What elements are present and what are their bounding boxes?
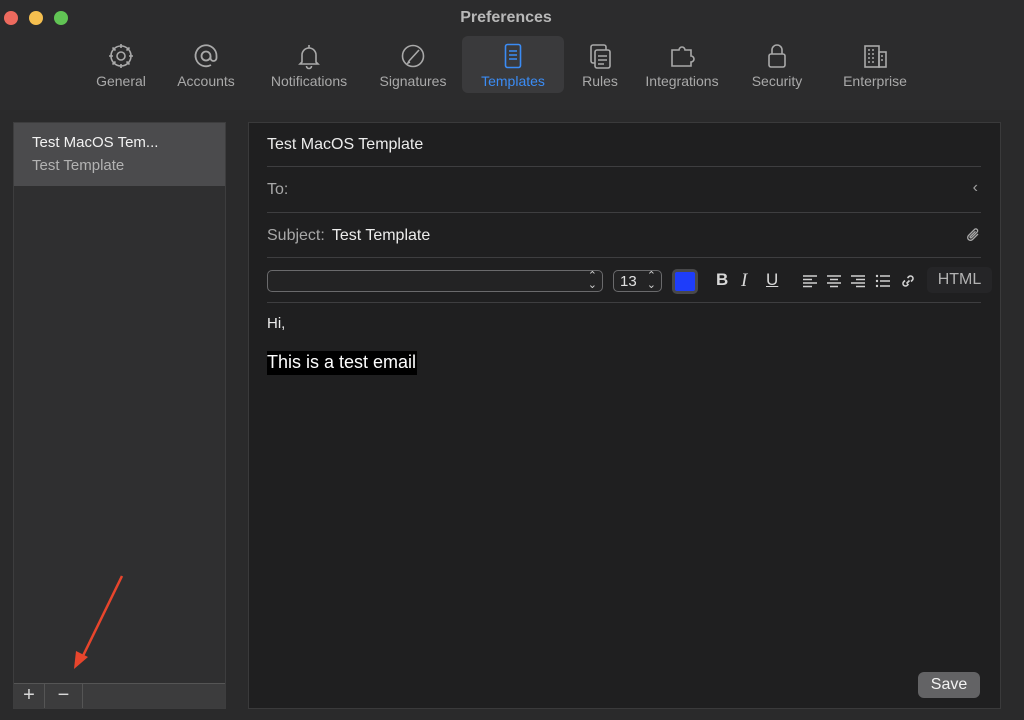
font-family-select[interactable]: ⌃ ⌄ xyxy=(267,270,603,292)
bell-icon xyxy=(298,45,320,70)
window-title: Preferences xyxy=(460,9,552,26)
bullet-list-icon[interactable] xyxy=(875,274,891,288)
tab-templates-label: Templates xyxy=(481,73,545,89)
tab-notifications-label: Notifications xyxy=(270,73,348,89)
font-size-value: 13 xyxy=(620,273,637,290)
align-right-icon[interactable] xyxy=(850,274,866,288)
tab-notifications[interactable]: Notifications xyxy=(254,36,364,93)
tab-security[interactable]: Security xyxy=(728,36,826,93)
preferences-window: Preferences General Accounts Notificatio… xyxy=(0,0,1024,720)
chevron-left-icon[interactable]: ‹ xyxy=(973,179,978,197)
add-template-button[interactable]: + xyxy=(14,684,45,708)
remove-template-button[interactable]: − xyxy=(45,684,83,708)
font-size-select[interactable]: 13 ⌃ ⌄ xyxy=(613,270,662,292)
text-color-swatch xyxy=(675,272,695,291)
italic-button[interactable]: I xyxy=(741,270,747,292)
save-button[interactable]: Save xyxy=(918,672,980,698)
rules-icon xyxy=(590,44,611,69)
html-mode-button[interactable]: HTML xyxy=(927,267,992,293)
tab-rules-label: Rules xyxy=(582,73,618,89)
at-icon xyxy=(194,44,218,68)
tab-accounts[interactable]: Accounts xyxy=(158,36,254,93)
tab-signatures-label: Signatures xyxy=(379,73,447,89)
signature-icon xyxy=(401,44,425,68)
tab-general[interactable]: General xyxy=(84,36,158,93)
annotation-arrow xyxy=(74,575,124,669)
to-label: To: xyxy=(267,181,289,198)
underline-button[interactable]: U xyxy=(766,270,778,292)
building-icon xyxy=(864,45,887,68)
link-icon[interactable] xyxy=(900,274,916,288)
tab-integrations[interactable]: Integrations xyxy=(636,36,728,93)
template-name-field[interactable]: Test MacOS Template xyxy=(267,123,981,167)
stepper-arrows-icon: ⌃ ⌄ xyxy=(587,270,597,291)
bold-button[interactable]: B xyxy=(716,270,728,292)
tab-enterprise[interactable]: Enterprise xyxy=(826,36,924,93)
template-list-item-subtitle: Test Template xyxy=(32,157,125,174)
template-list-item-title: Test MacOS Tem... xyxy=(32,134,159,151)
tab-accounts-label: Accounts xyxy=(177,73,235,89)
email-body-line-1[interactable]: Hi, xyxy=(267,315,285,332)
tab-general-label: General xyxy=(96,73,146,89)
subject-field-row[interactable]: Subject: Test Template xyxy=(267,213,981,258)
paperclip-icon[interactable] xyxy=(965,226,981,244)
subject-value[interactable]: Test Template xyxy=(332,227,430,244)
tab-security-label: Security xyxy=(751,73,803,89)
align-left-icon[interactable] xyxy=(802,274,818,288)
tab-enterprise-label: Enterprise xyxy=(843,73,907,89)
subject-label: Subject: xyxy=(267,227,325,244)
formatting-toolbar: ⌃ ⌄ 13 ⌃ ⌄ B I U HTML xyxy=(267,258,992,303)
template-icon xyxy=(504,43,522,69)
template-list-item[interactable]: Test MacOS Tem... Test Template xyxy=(14,123,225,186)
to-field-row[interactable]: To: ‹ xyxy=(267,167,981,213)
tab-signatures[interactable]: Signatures xyxy=(364,36,462,93)
template-editor: Test MacOS Template To: ‹ Subject: Test T… xyxy=(248,122,1001,709)
stepper-arrows-icon: ⌃ ⌄ xyxy=(646,270,656,291)
email-body-line-2[interactable]: This is a test email xyxy=(267,351,418,375)
lock-icon xyxy=(768,44,786,68)
tab-templates[interactable]: Templates xyxy=(462,36,564,93)
gear-icon xyxy=(109,44,133,68)
text-color-picker[interactable] xyxy=(672,269,698,294)
tab-integrations-label: Integrations xyxy=(645,73,719,89)
title-bar: Preferences General Accounts Notificatio… xyxy=(0,0,1024,110)
puzzle-icon xyxy=(671,46,695,67)
align-center-icon[interactable] xyxy=(826,274,842,288)
sidebar-bottom-bar: + − xyxy=(14,683,225,708)
tab-rules[interactable]: Rules xyxy=(564,36,636,93)
preferences-toolbar: General Accounts Notifications Signature… xyxy=(84,36,924,94)
